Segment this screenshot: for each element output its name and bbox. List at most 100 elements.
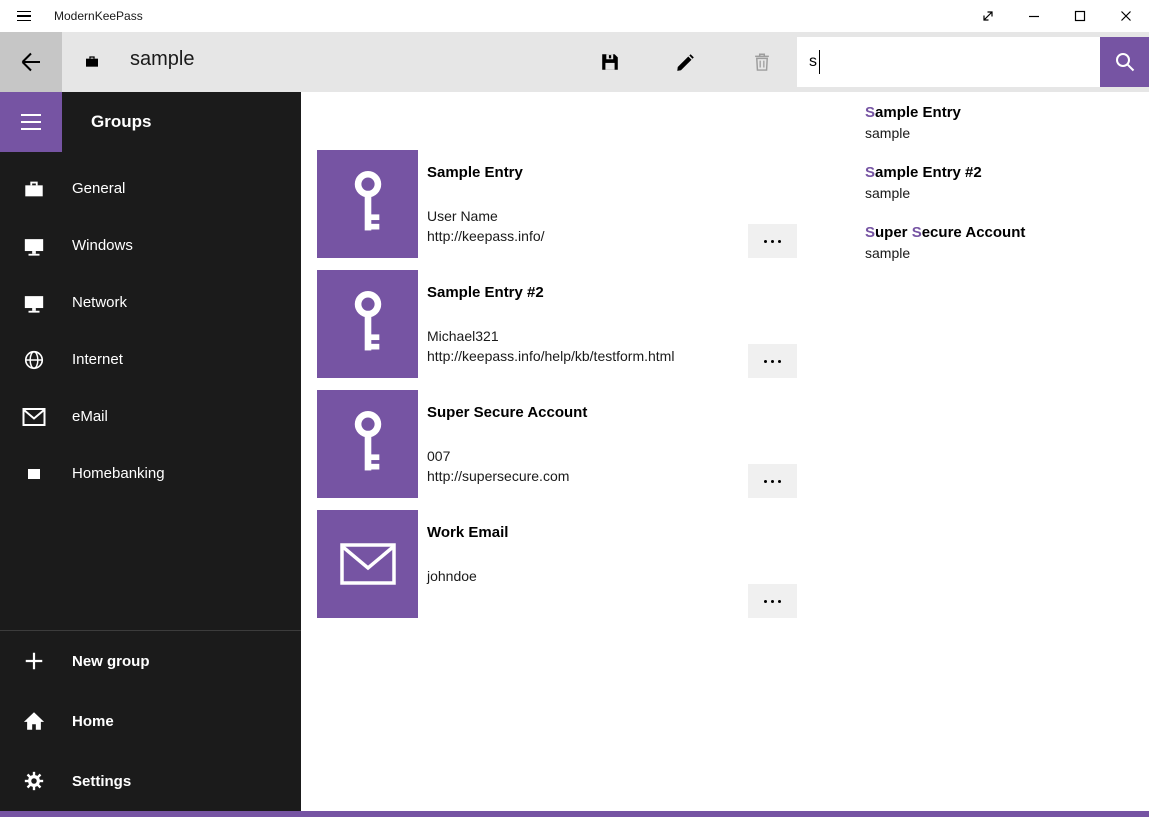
entry-tile[interactable] (317, 390, 418, 498)
entry-title: Work Email (427, 524, 508, 542)
nav-toggle-button[interactable] (0, 92, 62, 152)
sidebar-item-label: Windows (72, 237, 133, 254)
entry-row[interactable]: Work Email johndoe (317, 510, 797, 618)
edit-button[interactable] (662, 38, 710, 86)
entry-text: Work Email johndoe (427, 524, 508, 586)
sidebar-item-label: Settings (72, 773, 131, 790)
sidebar-item-label: Home (72, 713, 114, 730)
search-suggestions: Sample Entry sample Sample Entry #2 samp… (848, 92, 1149, 276)
entry-text: Sample Entry #2 Michael321 http://keepas… (427, 284, 674, 366)
key-icon (345, 290, 391, 358)
trash-icon (751, 51, 773, 73)
app-command-bar: sample s (0, 32, 1149, 92)
sidebar-item-label: Homebanking (72, 465, 165, 482)
suggestion-subtitle: sample (865, 124, 1133, 143)
sidebar-footer: New group Home (0, 630, 301, 811)
ellipsis-icon (764, 600, 767, 603)
entry-username: 007 (427, 446, 587, 466)
titlebar: ModernKeePass (0, 0, 1149, 32)
text-caret (819, 50, 820, 74)
entry-row[interactable]: Super Secure Account 007 http://supersec… (317, 390, 797, 498)
command-buttons (586, 32, 786, 92)
sidebar-item-label: eMail (72, 408, 108, 425)
sidebar-item-new-group[interactable]: New group (0, 631, 301, 691)
sidebar-item-windows[interactable]: Windows (0, 217, 301, 274)
more-options-button[interactable] (748, 464, 797, 498)
edit-pencil-icon (675, 51, 697, 73)
card-icon (21, 465, 47, 483)
hamburger-icon (21, 114, 41, 116)
groups-heading: Groups (91, 112, 151, 132)
sidebar-item-homebanking[interactable]: Homebanking (0, 445, 301, 502)
minimize-button[interactable] (1011, 0, 1057, 32)
save-button[interactable] (586, 38, 634, 86)
entry-row[interactable]: Sample Entry #2 Michael321 http://keepas… (317, 270, 797, 378)
suggestion-item[interactable]: Sample Entry sample (848, 96, 1149, 156)
entry-title: Sample Entry (427, 164, 545, 182)
sidebar-item-home[interactable]: Home (0, 691, 301, 751)
search-icon (1113, 50, 1137, 74)
sidebar-item-internet[interactable]: Internet (0, 331, 301, 388)
titlebar-menu-button[interactable] (0, 0, 48, 32)
entry-url: http://keepass.info/help/kb/testform.htm… (427, 346, 674, 366)
entry-url: http://keepass.info/ (427, 226, 545, 246)
more-options-button[interactable] (748, 224, 797, 258)
entry-url: http://supersecure.com (427, 466, 587, 486)
envelope-icon (21, 407, 47, 427)
more-options-button[interactable] (748, 344, 797, 378)
database-icon (84, 54, 100, 70)
sidebar-item-general[interactable]: General (0, 160, 301, 217)
globe-icon (21, 349, 47, 371)
search-box: s (797, 37, 1149, 87)
entry-username: User Name (427, 206, 545, 226)
monitor-icon (21, 292, 47, 314)
window-controls (965, 0, 1149, 32)
entry-details: johndoe (427, 566, 508, 586)
suggestion-subtitle: sample (865, 184, 1133, 203)
entry-tile[interactable] (317, 510, 418, 618)
maximize-button[interactable] (1057, 0, 1103, 32)
suggestion-item[interactable]: Sample Entry #2 sample (848, 156, 1149, 216)
sidebar: Groups General Windows (0, 92, 301, 817)
entry-username: johndoe (427, 566, 508, 586)
more-options-button[interactable] (748, 584, 797, 618)
sidebar-item-email[interactable]: eMail (0, 388, 301, 445)
plus-icon (21, 650, 47, 672)
entry-tile[interactable] (317, 150, 418, 258)
entry-details: User Name http://keepass.info/ (427, 206, 545, 246)
sidebar-item-label: General (72, 180, 125, 197)
ellipsis-icon (764, 480, 767, 483)
entry-tile[interactable] (317, 270, 418, 378)
gear-icon (21, 770, 47, 792)
entry-row[interactable]: Sample Entry User Name http://keepass.in… (317, 150, 797, 258)
search-submit-button[interactable] (1100, 37, 1149, 87)
delete-button[interactable] (738, 38, 786, 86)
back-arrow-icon (15, 46, 47, 78)
group-list: General Windows Network (0, 160, 301, 502)
database-title: sample (130, 48, 194, 71)
envelope-icon (340, 543, 396, 585)
entry-title: Super Secure Account (427, 404, 587, 422)
close-button[interactable] (1103, 0, 1149, 32)
minimize-icon (1024, 6, 1044, 26)
suggestion-title: Sample Entry (865, 103, 1133, 122)
entry-title: Sample Entry #2 (427, 284, 674, 302)
ellipsis-icon (764, 360, 767, 363)
sidebar-item-label: Network (72, 294, 127, 311)
key-icon (345, 410, 391, 478)
back-button[interactable] (0, 32, 62, 92)
entry-list: Sample Entry User Name http://keepass.in… (317, 150, 797, 618)
hamburger-icon (17, 11, 31, 13)
sidebar-item-label: Internet (72, 351, 123, 368)
suggestion-item[interactable]: Super Secure Account sample (848, 216, 1149, 276)
entry-details: Michael321 http://keepass.info/help/kb/t… (427, 326, 674, 366)
home-icon (21, 710, 47, 732)
save-icon (599, 51, 621, 73)
fullscreen-button[interactable] (965, 0, 1011, 32)
app-title: ModernKeePass (54, 9, 143, 23)
suggestion-title: Super Secure Account (865, 223, 1133, 242)
search-input[interactable]: s (797, 37, 1100, 87)
entry-details: 007 http://supersecure.com (427, 446, 587, 486)
sidebar-item-settings[interactable]: Settings (0, 751, 301, 811)
sidebar-item-network[interactable]: Network (0, 274, 301, 331)
